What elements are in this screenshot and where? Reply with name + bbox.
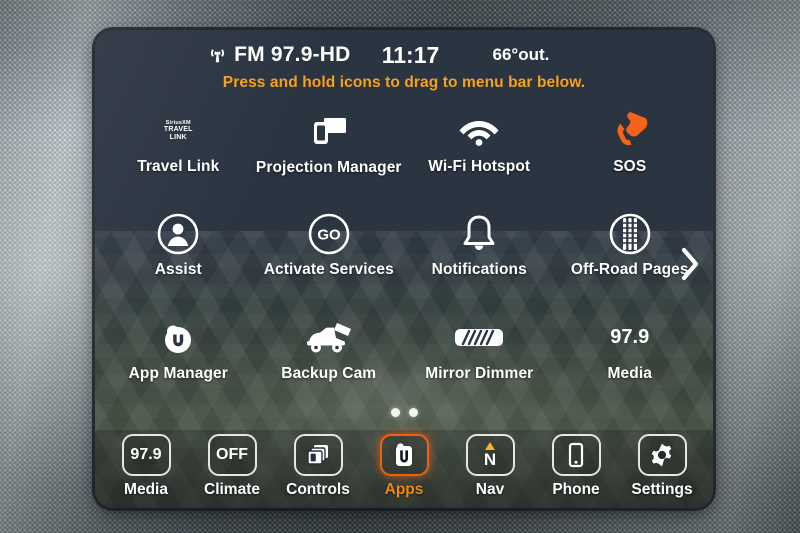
app-tile-assist[interactable]: Assist xyxy=(103,205,254,308)
app-label: Travel Link xyxy=(137,158,220,175)
status-source-group: FM 97.9-HD xyxy=(116,43,351,67)
app-tile-travel-link[interactable]: SiriusXM TRAVEL LINK Travel Link xyxy=(103,102,254,205)
climate-icon: OFF xyxy=(207,434,257,476)
gear-icon xyxy=(637,434,687,476)
temperature-value: 66° xyxy=(492,45,519,64)
app-tile-backup-cam[interactable]: Backup Cam xyxy=(254,309,405,412)
menu-label: Phone xyxy=(552,481,600,498)
menu-label: Settings xyxy=(631,481,693,498)
projection-manager-icon xyxy=(309,108,349,154)
app-label: Notifications xyxy=(431,261,527,279)
app-label: Activate Services xyxy=(263,261,394,279)
status-bar: FM 97.9-HD 11:17 66°out. xyxy=(95,40,713,70)
app-label: Backup Cam xyxy=(281,364,377,382)
travel-link-line3: LINK xyxy=(169,134,187,142)
menu-label: Nav xyxy=(475,481,505,498)
compass-needle-icon xyxy=(485,442,495,450)
menu-label: Apps xyxy=(384,481,424,498)
menu-label: Media xyxy=(124,481,168,498)
phone-handset-icon xyxy=(611,108,649,154)
go-circle-icon: GO xyxy=(308,211,350,257)
media-frequency-value: 97.9 xyxy=(610,326,650,349)
app-tile-notifications[interactable]: Notifications xyxy=(404,205,555,308)
drag-hint-text: Press and hold icons to drag to menu bar… xyxy=(222,74,586,91)
truck-rear-camera-icon xyxy=(301,315,357,361)
app-tile-activate-services[interactable]: GO Activate Services xyxy=(254,205,405,308)
page-dot-1[interactable] xyxy=(390,408,400,417)
app-label: Assist xyxy=(154,261,202,279)
next-page-button[interactable] xyxy=(673,244,707,288)
uconnect-app-manager-icon xyxy=(158,315,198,361)
person-circle-icon xyxy=(157,211,199,257)
temperature-suffix: out. xyxy=(518,45,550,64)
menu-item-controls[interactable]: Controls xyxy=(279,434,357,499)
navigation-compass-icon: N xyxy=(465,434,515,476)
chevron-right-icon xyxy=(679,247,701,286)
media-frequency-icon: 97.9 xyxy=(610,315,649,361)
page-indicator-dots[interactable] xyxy=(95,408,713,417)
menu-item-nav[interactable]: N Nav xyxy=(451,434,529,499)
app-tile-sos[interactable]: SOS xyxy=(555,102,706,205)
uconnect-apps-icon xyxy=(379,434,429,476)
app-label: Mirror Dimmer xyxy=(425,364,534,382)
controls-stack-icon xyxy=(293,434,343,476)
rearview-mirror-icon xyxy=(453,315,505,361)
broadcast-icon xyxy=(209,48,226,63)
tire-tread-circle-icon xyxy=(609,211,651,257)
media-value: 97.9 xyxy=(130,446,162,463)
phone-device-icon xyxy=(551,434,601,476)
app-tile-app-manager[interactable]: App Manager xyxy=(103,309,254,412)
bottom-menu-bar: 97.9 Media OFF Climate Controls Apps N N… xyxy=(95,430,713,508)
app-label: SOS xyxy=(613,158,647,175)
nav-value: N xyxy=(483,450,497,469)
media-icon: 97.9 xyxy=(121,434,171,476)
menu-item-settings[interactable]: Settings xyxy=(623,434,701,499)
clock: 11:17 xyxy=(381,41,440,68)
app-tile-media[interactable]: 97.9 Media xyxy=(555,309,706,412)
app-grid: SiriusXM TRAVEL LINK Travel Link Project… xyxy=(103,102,705,412)
app-label: App Manager xyxy=(128,364,228,382)
menu-label: Controls xyxy=(286,481,350,498)
page-dot-2[interactable] xyxy=(408,408,418,417)
travel-link-line2: TRAVEL xyxy=(163,126,193,134)
infotainment-screen: FM 97.9-HD 11:17 66°out. Press and hold … xyxy=(95,30,713,508)
climate-value: OFF xyxy=(216,446,248,463)
app-label: Off-Road Pages xyxy=(570,261,689,279)
app-label: Projection Manager xyxy=(255,159,402,176)
wifi-icon xyxy=(457,108,501,154)
menu-label: Climate xyxy=(204,481,260,498)
outside-temperature: 66°out. xyxy=(471,45,693,65)
menu-item-apps[interactable]: Apps xyxy=(365,434,443,499)
app-tile-mirror-dimmer[interactable]: Mirror Dimmer xyxy=(404,309,555,412)
menu-item-phone[interactable]: Phone xyxy=(537,434,615,499)
radio-source-label: FM 97.9-HD xyxy=(234,43,351,66)
app-label: Wi-Fi Hotspot xyxy=(428,158,531,175)
menu-item-media[interactable]: 97.9 Media xyxy=(107,434,185,499)
bell-icon xyxy=(460,211,498,257)
app-label: Media xyxy=(607,364,652,382)
siriusxm-travel-link-icon: SiriusXM TRAVEL LINK xyxy=(164,108,193,154)
svg-text:GO: GO xyxy=(317,227,341,244)
menu-item-climate[interactable]: OFF Climate xyxy=(193,434,271,499)
app-tile-projection-manager[interactable]: Projection Manager xyxy=(254,102,405,205)
app-tile-wifi-hotspot[interactable]: Wi-Fi Hotspot xyxy=(404,102,555,205)
